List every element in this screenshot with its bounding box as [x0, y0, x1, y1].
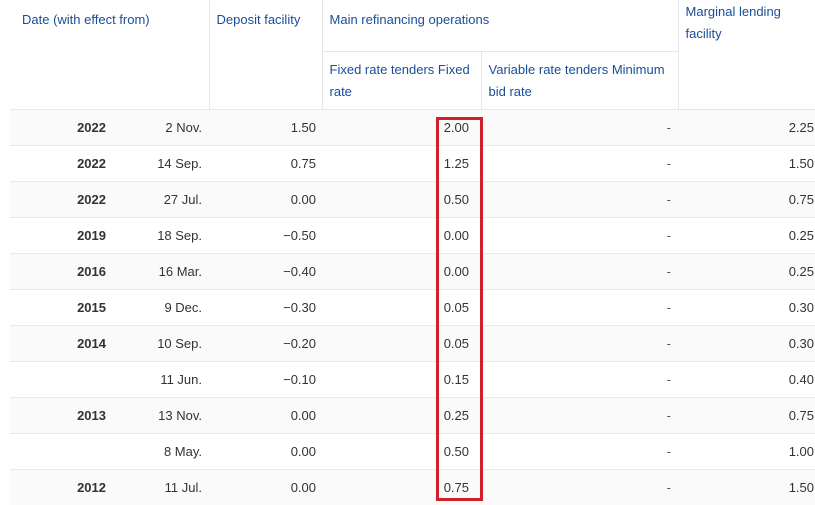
date-cell: 11 Jul. — [113, 468, 210, 505]
rates-table-body: 2022 2 Nov. 1.50 2.00-2.25 2022 14 Sep. 0.75 1.… — [0, 108, 815, 505]
variable-rate-cell: - — [481, 144, 679, 181]
header-fixed-rate-tenders: Fixed rate tenders Fixed rate — [321, 51, 482, 109]
marginal-lending-cell: 0.25 — [678, 216, 815, 253]
fixed-rate-cell: 0.00 — [322, 216, 482, 253]
table-row: 2019 18 Sep. −0.50 0.00-0.25 — [0, 216, 815, 253]
table-row: 2022 27 Jul. 0.00 0.50-0.75 — [0, 180, 815, 217]
deposit-facility-cell: 1.50 — [209, 108, 323, 145]
year-cell: 2014 — [0, 324, 113, 361]
variable-rate-cell: - — [481, 252, 679, 289]
year-cell: 2022 — [0, 144, 113, 181]
year-cell: 2019 — [0, 216, 113, 253]
variable-rate-cell: - — [481, 288, 679, 325]
marginal-lending-cell: 0.25 — [678, 252, 815, 289]
variable-rate-cell: - — [481, 360, 679, 397]
year-cell: 2022 — [0, 108, 113, 145]
marginal-lending-cell: 0.30 — [678, 288, 815, 325]
fixed-rate-cell: 2.00 — [322, 108, 482, 145]
header-marginal-lending-facility: Marginal lending facility — [677, 0, 815, 110]
marginal-lending-cell: 0.30 — [678, 324, 815, 361]
deposit-facility-cell: 0.00 — [209, 468, 323, 505]
year-cell — [0, 360, 113, 397]
year-cell: 2012 — [0, 468, 113, 505]
year-cell: 2015 — [0, 288, 113, 325]
table-row: 2014 10 Sep. −0.20 0.05-0.30 — [0, 324, 815, 361]
fixed-rate-cell: 0.15 — [322, 360, 482, 397]
table-row: 2015 9 Dec. −0.30 0.05-0.30 — [0, 288, 815, 325]
interest-rates-table: Date (with effect from) Deposit facility… — [0, 0, 815, 505]
year-cell: 2013 — [0, 396, 113, 433]
variable-rate-cell: - — [481, 432, 679, 469]
variable-rate-cell: - — [481, 396, 679, 433]
fixed-rate-cell: 0.50 — [322, 432, 482, 469]
interest-rates-table-container: Date (with effect from) Deposit facility… — [0, 0, 815, 505]
date-cell: 18 Sep. — [113, 216, 210, 253]
marginal-lending-cell: 0.75 — [678, 396, 815, 433]
year-cell — [0, 432, 113, 469]
date-cell: 10 Sep. — [113, 324, 210, 361]
marginal-lending-cell: 2.25 — [678, 108, 815, 145]
year-cell: 2022 — [0, 180, 113, 217]
deposit-facility-cell: −0.30 — [209, 288, 323, 325]
header-date: Date (with effect from) — [22, 12, 150, 27]
date-cell: 8 May. — [113, 432, 210, 469]
header-variable-rate-tenders: Variable rate tenders Minimum bid rate — [480, 51, 679, 109]
fixed-rate-cell: 0.75 — [322, 468, 482, 505]
fixed-rate-cell: 0.25 — [322, 396, 482, 433]
header-deposit-facility: Deposit facility — [208, 0, 323, 109]
date-cell: 16 Mar. — [113, 252, 210, 289]
table-row: 2022 2 Nov. 1.50 2.00-2.25 — [0, 108, 815, 145]
fixed-rate-cell: 0.05 — [322, 288, 482, 325]
date-cell: 2 Nov. — [113, 108, 210, 145]
table-row: 2012 11 Jul. 0.00 0.75-1.50 — [0, 468, 815, 505]
variable-rate-cell: - — [481, 180, 679, 217]
marginal-lending-cell: 1.50 — [678, 144, 815, 181]
date-cell: 11 Jun. — [113, 360, 210, 397]
table-row: 8 May. 0.00 0.50-1.00 — [0, 432, 815, 469]
year-cell: 2016 — [0, 252, 113, 289]
table-row: 2022 14 Sep. 0.75 1.25-1.50 — [0, 144, 815, 181]
variable-rate-cell: - — [481, 468, 679, 505]
header-main-refinancing-operations: Main refinancing operations — [321, 0, 679, 52]
marginal-lending-cell: 1.50 — [678, 468, 815, 505]
marginal-lending-cell: 0.75 — [678, 180, 815, 217]
deposit-facility-cell: 0.00 — [209, 432, 323, 469]
header-row-top: Date (with effect from) Deposit facility… — [5, 0, 815, 110]
date-cell: 9 Dec. — [113, 288, 210, 325]
variable-rate-cell: - — [481, 324, 679, 361]
table-row: 2013 13 Nov. 0.00 0.25-0.75 — [0, 396, 815, 433]
deposit-facility-cell: −0.10 — [209, 360, 323, 397]
marginal-lending-cell: 0.40 — [678, 360, 815, 397]
fixed-rate-cell: 1.25 — [322, 144, 482, 181]
deposit-facility-cell: 0.00 — [209, 180, 323, 217]
fixed-rate-cell: 0.05 — [322, 324, 482, 361]
date-cell: 13 Nov. — [113, 396, 210, 433]
fixed-rate-cell: 0.50 — [322, 180, 482, 217]
date-cell: 27 Jul. — [113, 180, 210, 217]
table-row: 2016 16 Mar. −0.40 0.00-0.25 — [0, 252, 815, 289]
table-row: 11 Jun. −0.10 0.15-0.40 — [0, 360, 815, 397]
variable-rate-cell: - — [481, 108, 679, 145]
deposit-facility-cell: 0.75 — [209, 144, 323, 181]
deposit-facility-cell: 0.00 — [209, 396, 323, 433]
marginal-lending-cell: 1.00 — [678, 432, 815, 469]
date-cell: 14 Sep. — [113, 144, 210, 181]
deposit-facility-cell: −0.20 — [209, 324, 323, 361]
deposit-facility-cell: −0.40 — [209, 252, 323, 289]
variable-rate-cell: - — [481, 216, 679, 253]
fixed-rate-cell: 0.00 — [322, 252, 482, 289]
deposit-facility-cell: −0.50 — [209, 216, 323, 253]
